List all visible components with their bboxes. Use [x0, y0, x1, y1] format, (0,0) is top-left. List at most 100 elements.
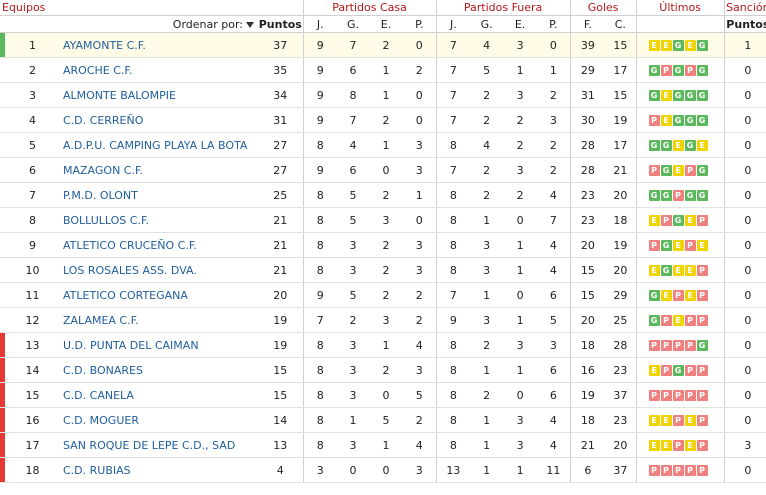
form-badge[interactable]: P: [696, 415, 708, 426]
team-name-link[interactable]: C.D. RUBIAS: [55, 457, 258, 483]
header-puntos[interactable]: Puntos: [258, 15, 304, 33]
form-badge[interactable]: E: [684, 290, 696, 301]
form-badge[interactable]: E: [672, 140, 684, 151]
form-badge[interactable]: G: [696, 90, 708, 101]
form-badge[interactable]: P: [684, 315, 696, 326]
team-name-link[interactable]: AROCHE C.F.: [55, 57, 258, 83]
form-badge[interactable]: P: [684, 165, 696, 176]
team-name-link[interactable]: LOS ROSALES ASS. DVA.: [55, 257, 258, 283]
form-badge[interactable]: P: [696, 265, 708, 276]
form-badge[interactable]: P: [696, 440, 708, 451]
form-badge[interactable]: E: [660, 415, 672, 426]
header-fuera-g[interactable]: G.: [470, 15, 504, 33]
header-goles-f[interactable]: F.: [569, 15, 606, 33]
team-name-link[interactable]: A.D.P.U. CAMPING PLAYA LA BOTA: [55, 132, 258, 158]
form-badge[interactable]: P: [648, 240, 660, 251]
team-name-link[interactable]: MAZAGON C.F.: [55, 157, 258, 183]
form-badge[interactable]: G: [684, 190, 696, 201]
sort-dropdown-triangle-icon[interactable]: [246, 21, 254, 28]
form-badge[interactable]: E: [696, 240, 708, 251]
form-badge[interactable]: P: [684, 240, 696, 251]
header-casa-j[interactable]: J.: [302, 15, 338, 33]
form-badge[interactable]: G: [648, 90, 660, 101]
team-name-link[interactable]: ALMONTE BALOMPIE: [55, 82, 258, 108]
form-badge[interactable]: P: [648, 115, 660, 126]
form-badge[interactable]: E: [648, 215, 660, 226]
team-name-link[interactable]: BOLLULLOS C.F.: [55, 207, 258, 233]
team-name-link[interactable]: P.M.D. OLONT: [55, 182, 258, 208]
form-badge[interactable]: P: [648, 340, 660, 351]
form-badge[interactable]: G: [696, 65, 708, 76]
header-fuera-e[interactable]: E.: [503, 15, 538, 33]
header-fuera-p[interactable]: P.: [537, 15, 571, 33]
form-badge[interactable]: G: [696, 340, 708, 351]
form-badge[interactable]: G: [660, 240, 672, 251]
form-badge[interactable]: G: [672, 90, 684, 101]
form-badge[interactable]: P: [696, 365, 708, 376]
form-badge[interactable]: P: [672, 440, 684, 451]
form-badge[interactable]: P: [660, 315, 672, 326]
form-badge[interactable]: E: [672, 265, 684, 276]
form-badge[interactable]: E: [660, 290, 672, 301]
team-name-link[interactable]: SAN ROQUE DE LEPE C.D., SAD: [55, 432, 258, 458]
team-name-link[interactable]: ATLETICO CRUCEÑO C.F.: [55, 232, 258, 258]
form-badge[interactable]: P: [696, 290, 708, 301]
form-badge[interactable]: E: [684, 440, 696, 451]
header-casa-e[interactable]: E.: [369, 15, 404, 33]
form-badge[interactable]: P: [660, 365, 672, 376]
form-badge[interactable]: E: [648, 265, 660, 276]
team-name-link[interactable]: C.D. BONARES: [55, 357, 258, 383]
form-badge[interactable]: G: [648, 315, 660, 326]
form-badge[interactable]: P: [684, 65, 696, 76]
form-badge[interactable]: P: [672, 465, 684, 476]
form-badge[interactable]: E: [660, 440, 672, 451]
form-badge[interactable]: G: [648, 65, 660, 76]
form-badge[interactable]: P: [696, 315, 708, 326]
team-name-link[interactable]: C.D. CANELA: [55, 382, 258, 408]
form-badge[interactable]: G: [648, 140, 660, 151]
form-badge[interactable]: E: [660, 115, 672, 126]
form-badge[interactable]: P: [684, 465, 696, 476]
team-name-link[interactable]: ATLETICO CORTEGANA: [55, 282, 258, 308]
form-badge[interactable]: E: [696, 140, 708, 151]
form-badge[interactable]: G: [660, 190, 672, 201]
form-badge[interactable]: E: [672, 315, 684, 326]
form-badge[interactable]: E: [672, 165, 684, 176]
form-badge[interactable]: P: [684, 390, 696, 401]
form-badge[interactable]: G: [648, 290, 660, 301]
form-badge[interactable]: E: [660, 40, 672, 51]
form-badge[interactable]: G: [672, 215, 684, 226]
form-badge[interactable]: G: [660, 165, 672, 176]
header-equipos[interactable]: Equipos: [0, 0, 304, 16]
form-badge[interactable]: E: [684, 265, 696, 276]
form-badge[interactable]: P: [660, 65, 672, 76]
form-badge[interactable]: P: [672, 415, 684, 426]
form-badge[interactable]: E: [648, 440, 660, 451]
form-badge[interactable]: G: [672, 40, 684, 51]
form-badge[interactable]: E: [648, 40, 660, 51]
form-badge[interactable]: P: [684, 340, 696, 351]
header-sancion-puntos[interactable]: Puntos: [723, 15, 766, 33]
form-badge[interactable]: P: [684, 365, 696, 376]
form-badge[interactable]: G: [672, 365, 684, 376]
form-badge[interactable]: P: [696, 215, 708, 226]
header-casa-p[interactable]: P.: [403, 15, 437, 33]
form-badge[interactable]: G: [696, 165, 708, 176]
form-badge[interactable]: P: [660, 340, 672, 351]
team-name-link[interactable]: U.D. PUNTA DEL CAIMAN: [55, 332, 258, 358]
form-badge[interactable]: E: [684, 40, 696, 51]
form-badge[interactable]: E: [660, 90, 672, 101]
form-badge[interactable]: G: [672, 65, 684, 76]
form-badge[interactable]: E: [672, 240, 684, 251]
form-badge[interactable]: P: [660, 465, 672, 476]
form-badge[interactable]: P: [660, 390, 672, 401]
form-badge[interactable]: P: [648, 465, 660, 476]
team-name-link[interactable]: C.D. CERREÑO: [55, 107, 258, 133]
team-name-link[interactable]: C.D. MOGUER: [55, 407, 258, 433]
form-badge[interactable]: E: [648, 365, 660, 376]
team-name-link[interactable]: AYAMONTE C.F.: [55, 32, 258, 58]
form-badge[interactable]: G: [660, 140, 672, 151]
header-goles-c[interactable]: C.: [605, 15, 637, 33]
form-badge[interactable]: G: [684, 140, 696, 151]
form-badge[interactable]: G: [684, 90, 696, 101]
